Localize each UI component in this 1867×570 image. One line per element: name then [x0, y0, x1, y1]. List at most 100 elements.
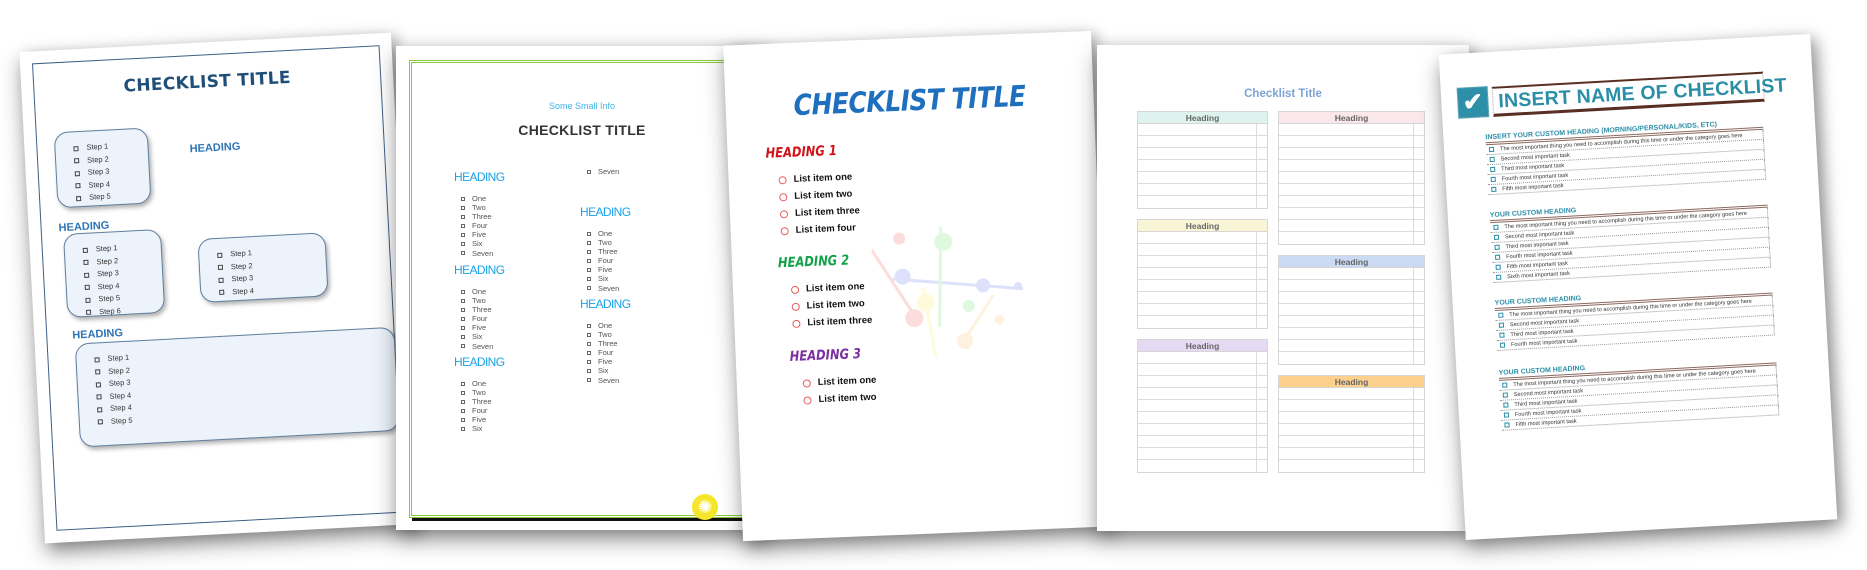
table-row[interactable] — [1138, 196, 1267, 208]
checkbox[interactable] — [97, 406, 103, 413]
checkbox[interactable] — [587, 231, 591, 236]
checkbox[interactable] — [1490, 166, 1496, 173]
table-row[interactable] — [1279, 304, 1424, 316]
checkbox[interactable] — [1499, 342, 1506, 348]
checkbox[interactable] — [1488, 146, 1495, 153]
checkbox[interactable] — [461, 307, 465, 312]
checkbox[interactable] — [1496, 274, 1502, 280]
table-row[interactable] — [1279, 220, 1424, 232]
checkbox[interactable] — [461, 381, 465, 386]
table-row[interactable] — [1138, 316, 1267, 328]
checkbox[interactable] — [587, 369, 591, 374]
table-row[interactable] — [1138, 148, 1267, 160]
checkbox[interactable] — [461, 223, 465, 228]
checkbox[interactable] — [461, 408, 465, 413]
checkbox[interactable] — [587, 378, 591, 383]
checkbox[interactable] — [461, 335, 465, 340]
table-row[interactable] — [1279, 316, 1424, 328]
template-preview-boxed-steps[interactable]: CHECKLIST TITLE Step 1 Step 2 Step 3 Step 4… — [19, 32, 417, 544]
checkbox[interactable] — [587, 323, 591, 328]
table-row[interactable] — [1279, 280, 1424, 292]
checkbox[interactable] — [97, 419, 103, 425]
checkbox[interactable] — [587, 359, 591, 364]
table-row[interactable] — [1279, 184, 1424, 196]
checkbox[interactable] — [587, 169, 591, 174]
circle-checkbox-icon[interactable] — [791, 302, 800, 311]
table-row[interactable] — [1138, 136, 1267, 148]
table-row[interactable] — [1138, 388, 1267, 400]
circle-checkbox-icon[interactable] — [802, 378, 811, 388]
table-row[interactable] — [1279, 388, 1424, 400]
checkbox[interactable] — [461, 325, 465, 330]
template-preview-grid-tables[interactable]: Checklist Title Heading Heading Heading … — [1097, 45, 1469, 531]
checkbox[interactable] — [587, 249, 591, 254]
table-row[interactable] — [1279, 424, 1424, 436]
table-row[interactable] — [1279, 328, 1424, 340]
table-row[interactable] — [1138, 436, 1267, 448]
checkbox[interactable] — [217, 264, 224, 271]
table-row[interactable] — [1279, 136, 1424, 148]
checkbox[interactable] — [218, 277, 224, 283]
checkbox[interactable] — [95, 369, 101, 375]
circle-checkbox-icon[interactable] — [792, 319, 801, 328]
checkbox[interactable] — [75, 195, 82, 202]
table-row[interactable] — [1138, 232, 1267, 244]
checkbox[interactable] — [1498, 322, 1505, 328]
checkbox[interactable] — [85, 297, 91, 303]
checkbox[interactable] — [461, 390, 465, 395]
checkbox[interactable] — [1493, 224, 1499, 230]
table-row[interactable] — [1279, 160, 1424, 172]
table-row[interactable] — [1279, 448, 1424, 460]
circle-checkbox-icon[interactable] — [780, 226, 789, 235]
table-row[interactable] — [1138, 448, 1267, 460]
table-row[interactable] — [1279, 340, 1424, 352]
circle-checkbox-icon[interactable] — [803, 395, 812, 405]
circle-checkbox-icon[interactable] — [779, 209, 789, 218]
table-row[interactable] — [1279, 352, 1424, 364]
checkbox[interactable] — [85, 309, 92, 316]
checkbox[interactable] — [1494, 244, 1500, 250]
table-row[interactable] — [1279, 400, 1424, 412]
checkbox[interactable] — [461, 242, 465, 247]
checkbox[interactable] — [1502, 382, 1508, 388]
checkbox[interactable] — [587, 240, 591, 245]
table-row[interactable] — [1279, 412, 1424, 424]
table-row[interactable] — [1138, 172, 1267, 184]
table-row[interactable] — [1138, 460, 1267, 472]
checkbox[interactable] — [84, 272, 90, 278]
table-row[interactable] — [1138, 268, 1267, 280]
table-row[interactable] — [1279, 196, 1424, 208]
checkbox[interactable] — [587, 350, 591, 355]
table-row[interactable] — [1279, 460, 1424, 472]
table-row[interactable] — [1138, 256, 1267, 268]
table-row[interactable] — [1138, 292, 1267, 304]
template-preview-colorful[interactable]: CHECKLIST TITLE HEADING 1 List item one L… — [723, 30, 1111, 542]
checkbox[interactable] — [95, 382, 102, 388]
table-row[interactable] — [1279, 268, 1424, 280]
checkbox[interactable] — [461, 205, 465, 210]
checkbox[interactable] — [74, 170, 80, 177]
checkbox[interactable] — [1504, 422, 1510, 428]
checkbox[interactable] — [82, 247, 88, 253]
checkbox[interactable] — [461, 298, 465, 303]
checkbox[interactable] — [587, 258, 591, 263]
checkbox[interactable] — [74, 158, 80, 164]
table-row[interactable] — [1279, 124, 1424, 136]
table-row[interactable] — [1138, 124, 1267, 136]
checkbox[interactable] — [461, 417, 465, 422]
table-row[interactable] — [1138, 400, 1267, 412]
table-row[interactable] — [1138, 412, 1267, 424]
table-row[interactable] — [1279, 232, 1424, 244]
checkbox[interactable] — [94, 357, 100, 363]
checkbox[interactable] — [1489, 156, 1495, 163]
checkbox[interactable] — [461, 214, 465, 219]
table-row[interactable] — [1279, 172, 1424, 184]
checkbox[interactable] — [217, 252, 223, 258]
checkbox[interactable] — [1502, 392, 1508, 398]
checkbox[interactable] — [219, 289, 225, 296]
table-row[interactable] — [1279, 292, 1424, 304]
table-row[interactable] — [1138, 424, 1267, 436]
circle-checkbox-icon[interactable] — [790, 285, 800, 294]
checkbox[interactable] — [73, 145, 79, 152]
checkbox[interactable] — [587, 277, 591, 282]
